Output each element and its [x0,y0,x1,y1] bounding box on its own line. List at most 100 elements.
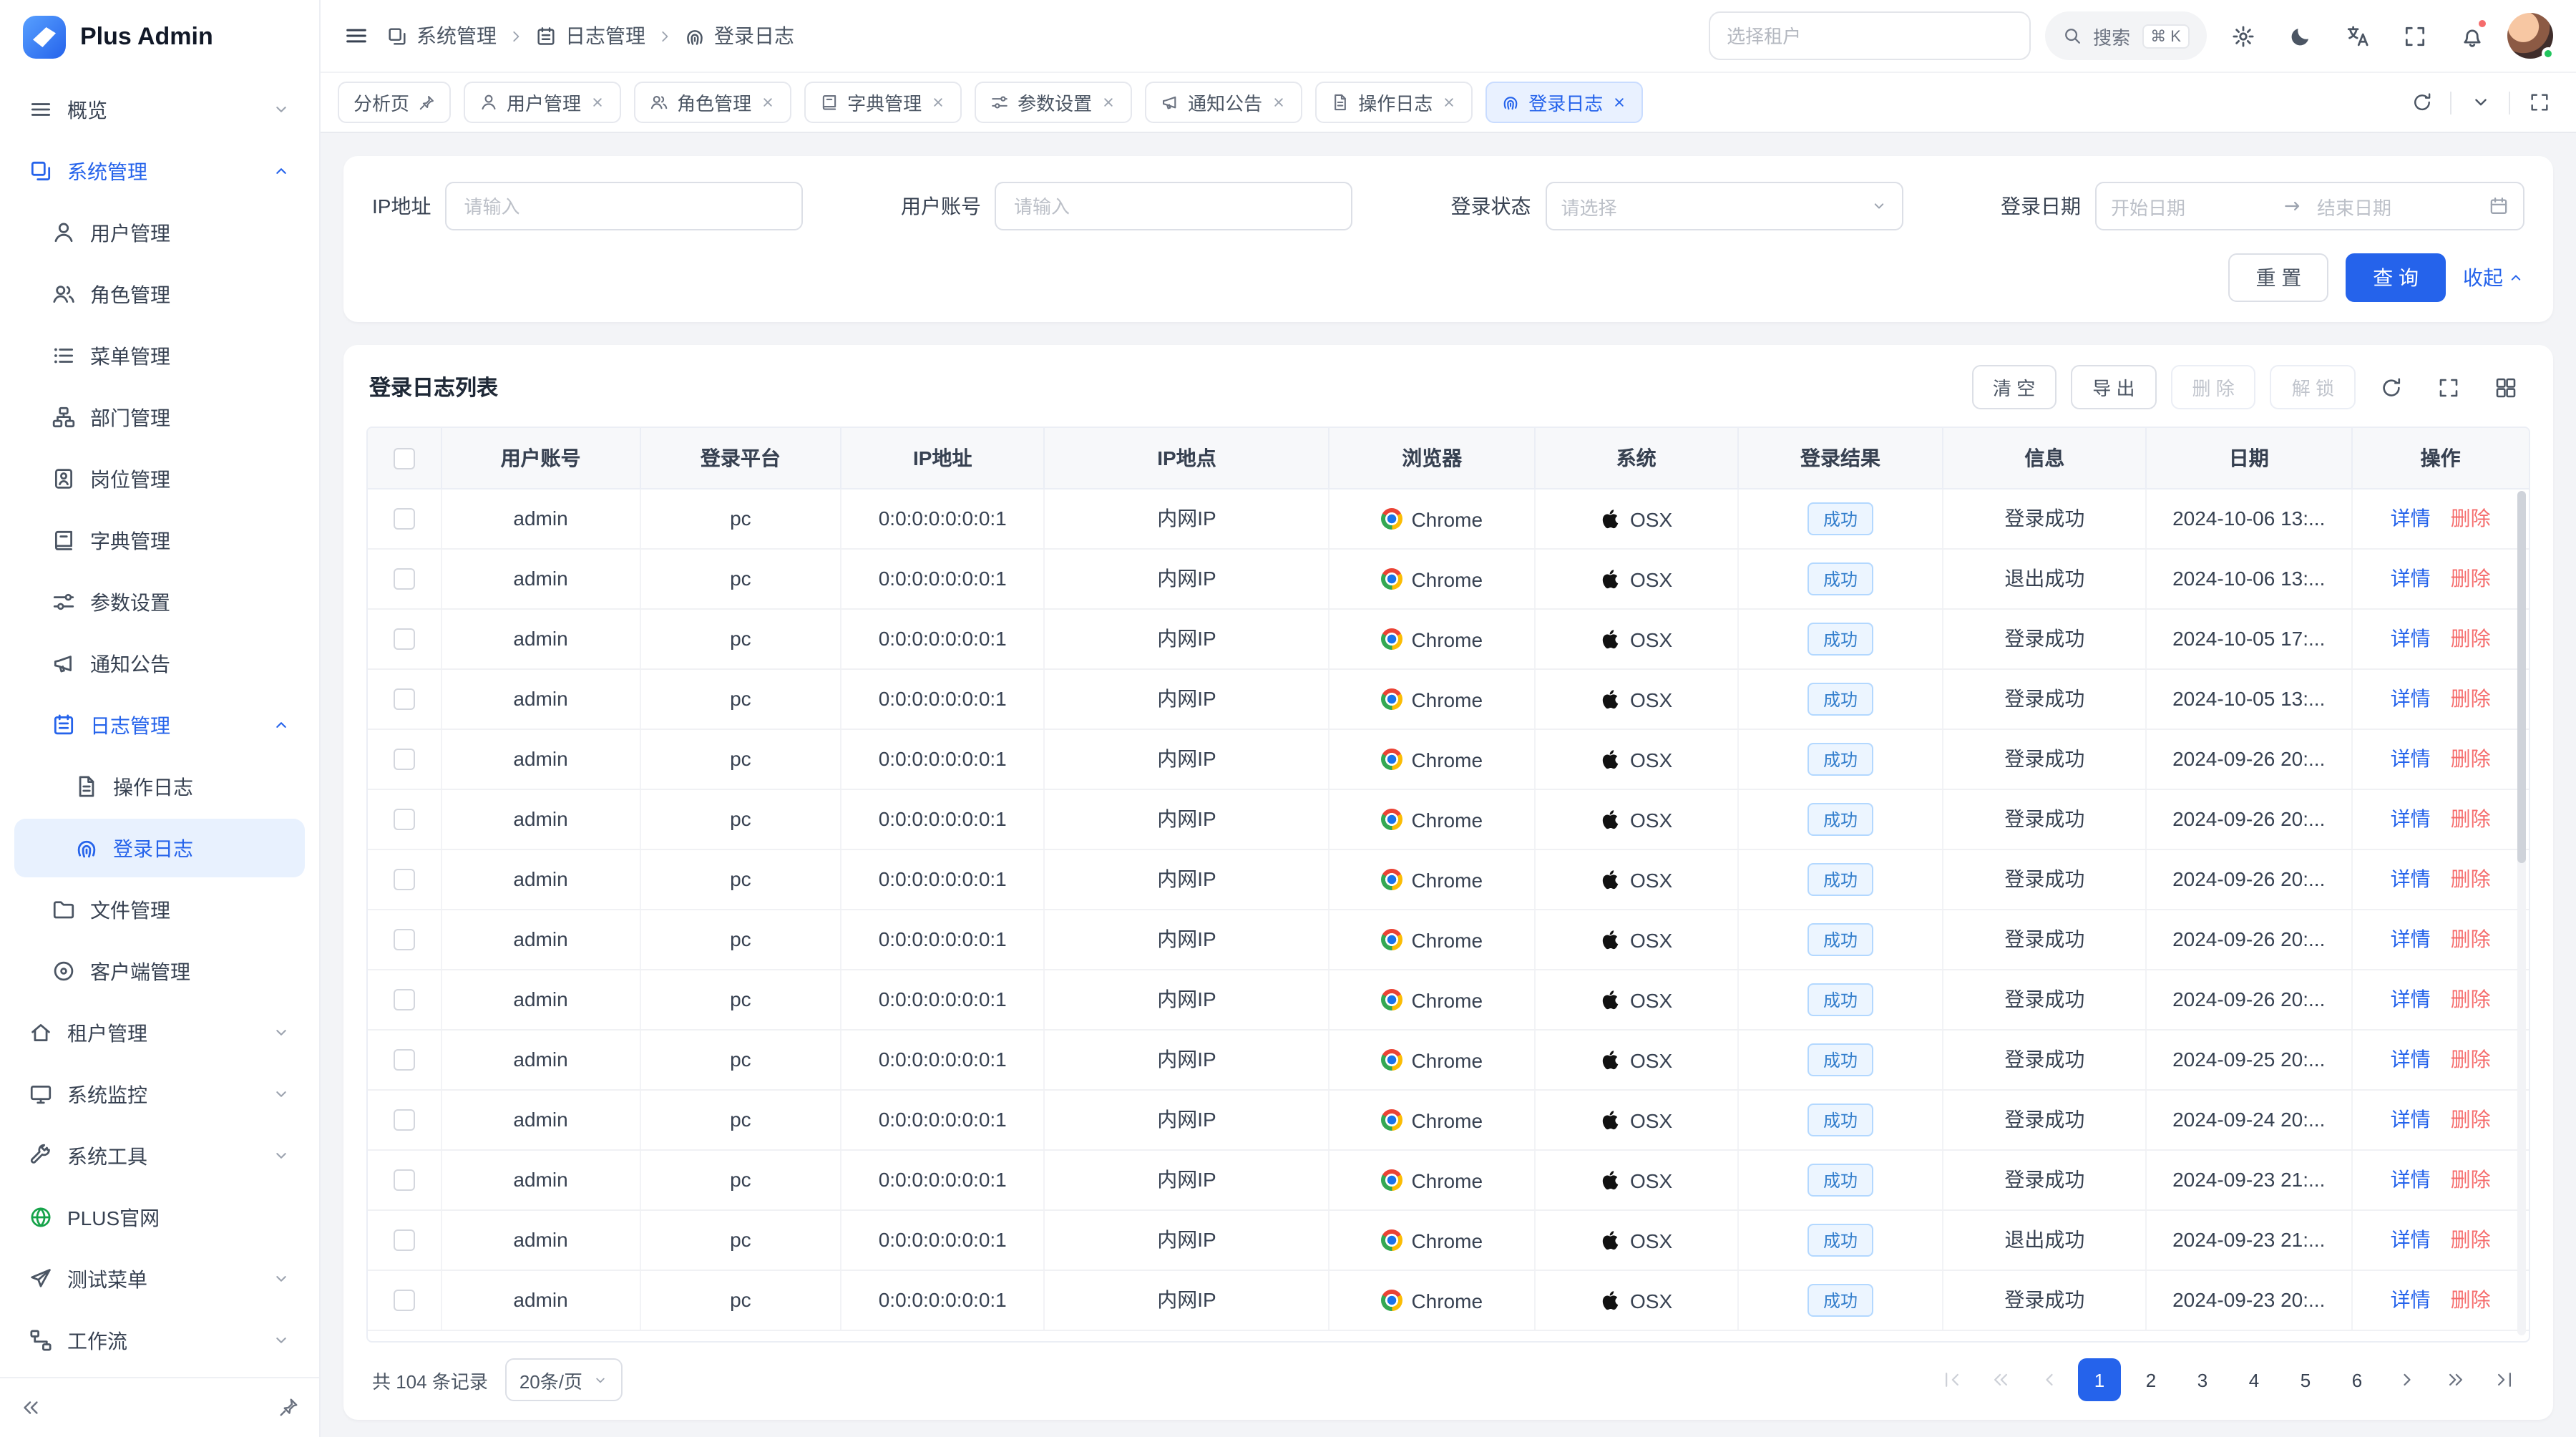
delete-link[interactable]: 删除 [2451,864,2491,893]
pin-sidebar-icon[interactable] [278,1397,299,1418]
tab-notice[interactable]: 通知公告 [1145,82,1302,123]
delete-link[interactable]: 删除 [2451,1285,2491,1314]
page-size-select[interactable]: 20条/页 [505,1358,623,1401]
sidebar-item-user[interactable]: 用户管理 [14,203,305,262]
last-page-button[interactable] [2484,1360,2524,1400]
row-checkbox[interactable] [394,629,415,651]
export-button[interactable]: 导 出 [2071,365,2156,409]
delete-link[interactable]: 删除 [2451,985,2491,1013]
detail-link[interactable]: 详情 [2391,925,2431,953]
sidebar-item-client[interactable]: 客户端管理 [14,942,305,1000]
sidebar-item-log[interactable]: 日志管理 [14,696,305,754]
sidebar-item-plus-site[interactable]: PLUS官网 [14,1188,305,1247]
sidebar-item-workflow[interactable]: 工作流 [14,1311,305,1370]
detail-link[interactable]: 详情 [2391,624,2431,653]
tab-menu-button[interactable] [2460,82,2500,122]
unlock-button[interactable]: 解 锁 [2270,365,2356,409]
sidebar-item-overview[interactable]: 概览 [14,80,305,139]
detail-link[interactable]: 详情 [2391,985,2431,1013]
prev-page-button[interactable] [2029,1360,2069,1400]
tenant-select-input[interactable] [1708,11,2030,60]
row-checkbox[interactable] [394,749,415,771]
detail-link[interactable]: 详情 [2391,1105,2431,1134]
pin-icon[interactable] [418,94,435,111]
notifications-button[interactable] [2450,14,2493,57]
row-checkbox[interactable] [394,1170,415,1192]
detail-link[interactable]: 详情 [2391,804,2431,833]
status-select[interactable]: 请选择 [1545,182,1903,230]
close-icon[interactable] [1101,94,1116,110]
delete-button[interactable]: 删 除 [2171,365,2256,409]
breadcrumb-item[interactable]: 日志管理 [535,21,645,50]
query-button[interactable]: 查 询 [2346,253,2446,302]
page-button-4[interactable]: 4 [2233,1358,2275,1401]
row-checkbox[interactable] [394,1290,415,1312]
page-button-6[interactable]: 6 [2336,1358,2379,1401]
row-checkbox[interactable] [394,689,415,711]
account-input[interactable] [995,182,1353,230]
table-fullscreen-button[interactable] [2427,366,2470,409]
settings-button[interactable] [2221,14,2264,57]
delete-link[interactable]: 删除 [2451,1225,2491,1254]
detail-link[interactable]: 详情 [2391,504,2431,532]
tab-loginlog[interactable]: 登录日志 [1485,82,1643,123]
sidebar-item-monitor[interactable]: 系统监控 [14,1065,305,1124]
detail-link[interactable]: 详情 [2391,864,2431,893]
row-checkbox[interactable] [394,990,415,1011]
sidebar-item-notice[interactable]: 通知公告 [14,634,305,693]
tab-operlog[interactable]: 操作日志 [1315,82,1473,123]
delete-link[interactable]: 删除 [2451,1105,2491,1134]
delete-link[interactable]: 删除 [2451,684,2491,713]
page-button-5[interactable]: 5 [2284,1358,2327,1401]
detail-link[interactable]: 详情 [2391,1045,2431,1073]
page-button-1[interactable]: 1 [2078,1358,2121,1401]
sidebar-item-operlog[interactable]: 操作日志 [14,757,305,816]
sidebar-item-system[interactable]: 系统管理 [14,142,305,200]
jump-forward-button[interactable] [2436,1360,2476,1400]
page-button-2[interactable]: 2 [2129,1358,2172,1401]
refresh-tab-button[interactable] [2401,82,2441,122]
delete-link[interactable]: 删除 [2451,504,2491,532]
detail-link[interactable]: 详情 [2391,1165,2431,1194]
dark-mode-button[interactable] [2278,14,2321,57]
clear-button[interactable]: 清 空 [1971,365,2057,409]
close-icon[interactable] [1271,94,1287,110]
row-checkbox[interactable] [394,930,415,951]
sidebar-item-menu[interactable]: 菜单管理 [14,326,305,385]
row-checkbox[interactable] [394,1230,415,1252]
delete-link[interactable]: 删除 [2451,624,2491,653]
row-checkbox[interactable] [394,809,415,831]
close-icon[interactable] [930,94,946,110]
sidebar-item-dict[interactable]: 字典管理 [14,511,305,570]
sidebar-item-dept[interactable]: 部门管理 [14,388,305,447]
row-checkbox[interactable] [394,509,415,530]
language-button[interactable] [2336,14,2379,57]
collapse-filters-link[interactable]: 收起 [2463,263,2524,292]
sidebar-item-tenant[interactable]: 租户管理 [14,1003,305,1062]
tab-analysis[interactable]: 分析页 [338,82,451,123]
select-all-checkbox[interactable] [394,448,415,469]
scrollbar-thumb[interactable] [2517,491,2526,862]
detail-link[interactable]: 详情 [2391,564,2431,593]
row-checkbox[interactable] [394,569,415,590]
row-checkbox[interactable] [394,1110,415,1131]
first-page-button[interactable] [1932,1360,1972,1400]
delete-link[interactable]: 删除 [2451,925,2491,953]
menu-toggle-icon[interactable] [343,23,369,49]
collapse-sidebar-icon[interactable] [20,1397,42,1418]
user-avatar[interactable] [2507,13,2553,59]
jump-back-button[interactable] [1981,1360,2021,1400]
close-icon[interactable] [1611,94,1627,110]
delete-link[interactable]: 删除 [2451,564,2491,593]
fullscreen-button[interactable] [2393,14,2436,57]
reset-button[interactable]: 重 置 [2228,253,2328,302]
table-scrollbar[interactable] [2517,491,2526,1335]
sidebar-item-post[interactable]: 岗位管理 [14,449,305,508]
delete-link[interactable]: 删除 [2451,1045,2491,1073]
tab-role[interactable]: 角色管理 [634,82,791,123]
tab-user[interactable]: 用户管理 [464,82,621,123]
detail-link[interactable]: 详情 [2391,1285,2431,1314]
tab-dict[interactable]: 字典管理 [804,82,962,123]
close-icon[interactable] [760,94,776,110]
detail-link[interactable]: 详情 [2391,1225,2431,1254]
